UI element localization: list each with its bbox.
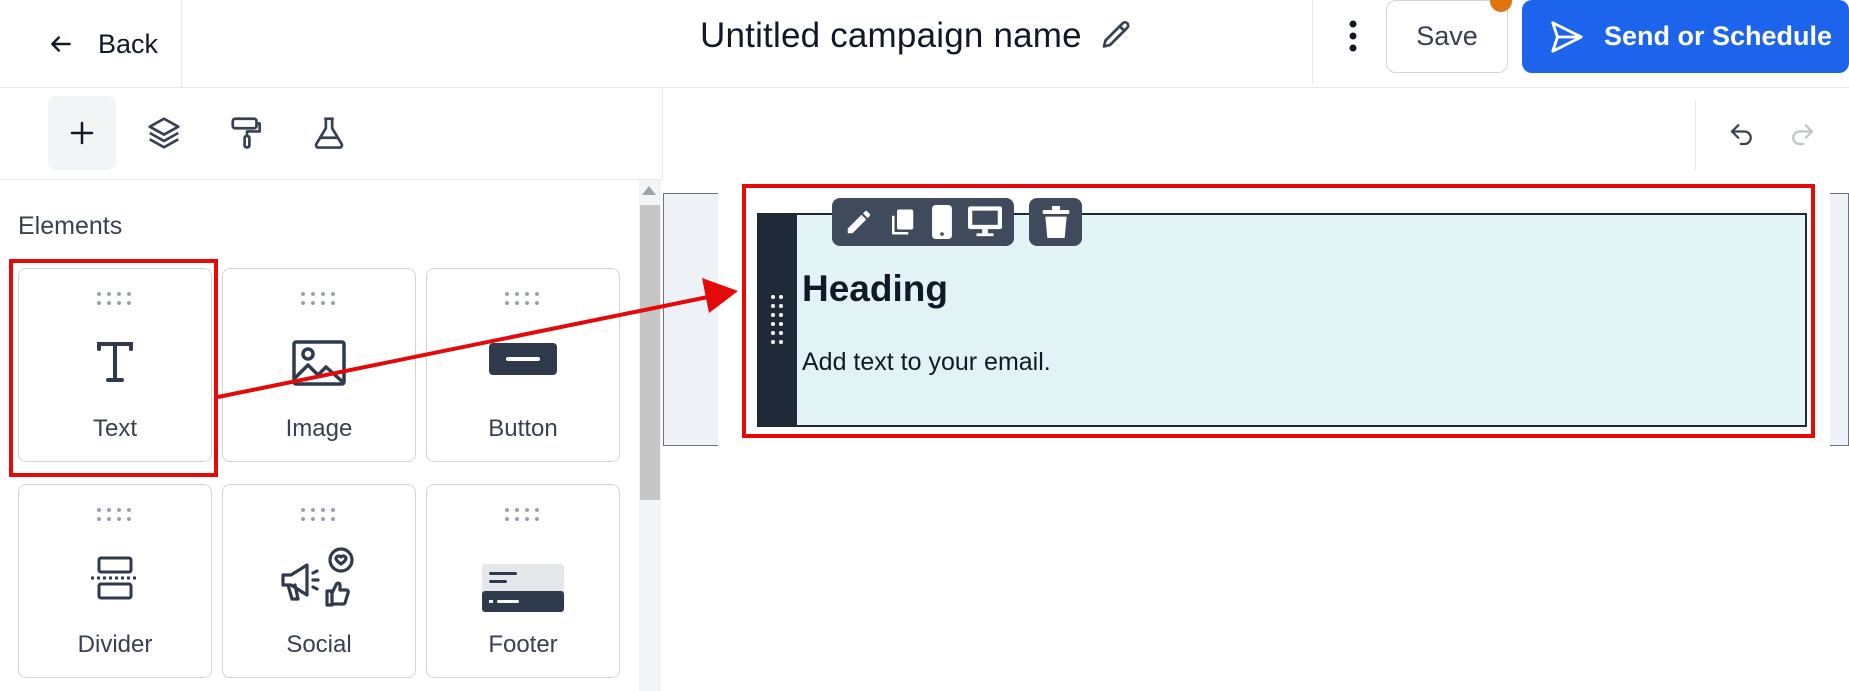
button-element-label: Button [488,415,558,442]
undo-icon [1730,124,1752,146]
drag-grip-icon [97,508,131,521]
undo-button[interactable] [1722,114,1762,154]
social-element-label: Social [286,631,352,658]
send-or-schedule-button[interactable]: Send or Schedule [1522,0,1849,73]
layers-tab[interactable] [130,96,198,170]
divider-element-card[interactable]: Divider [18,484,212,678]
image-icon [292,340,346,386]
canvas-tool-row [663,88,1849,180]
image-element-label: Image [285,415,353,442]
panel-scrollbar-thumb[interactable] [640,205,660,500]
styles-tab[interactable] [213,96,281,170]
button-element-card[interactable]: Button [426,268,620,462]
social-element-card[interactable]: Social [222,484,416,678]
send-label: Send or Schedule [1604,21,1833,51]
send-icon [1551,20,1583,53]
header-divider [1312,0,1313,84]
plus-icon [70,121,94,145]
drag-grip-icon [505,508,539,521]
redo-icon [1792,124,1814,146]
drag-grip-icon [301,292,335,305]
flask-icon [314,117,344,149]
elements-heading: Elements [18,212,123,240]
layers-icon [148,117,180,149]
back-button[interactable]: Back [0,0,182,88]
campaign-title-text[interactable]: Untitled campaign name [700,16,1082,56]
button-icon [489,343,557,375]
footer-element-card[interactable]: Footer [426,484,620,678]
social-icon [281,547,354,607]
more-options-button[interactable] [1333,14,1373,58]
pencil-icon[interactable] [1098,18,1134,54]
divider-element-label: Divider [77,631,153,658]
scroll-up-arrow-icon[interactable] [642,186,656,195]
paint-roller-icon [231,117,262,149]
drag-grip-icon [505,292,539,305]
redo-button[interactable] [1782,114,1822,154]
save-button[interactable]: Save [1386,0,1508,73]
undo-divider [1695,100,1696,170]
annotation-highlight-text-block [742,184,1815,438]
add-elements-tab[interactable] [48,96,116,170]
test-tab[interactable] [295,96,363,170]
annotation-highlight-text-card [9,259,218,477]
campaign-title[interactable]: Untitled campaign name [700,0,1134,72]
kebab-icon [1349,20,1357,52]
footer-icon [482,564,564,612]
divider-icon [91,556,139,600]
image-element-card[interactable]: Image [222,268,416,462]
back-label: Back [98,28,159,59]
arrow-left-icon [51,36,71,52]
drag-grip-icon [301,508,335,521]
footer-element-label: Footer [488,631,558,658]
